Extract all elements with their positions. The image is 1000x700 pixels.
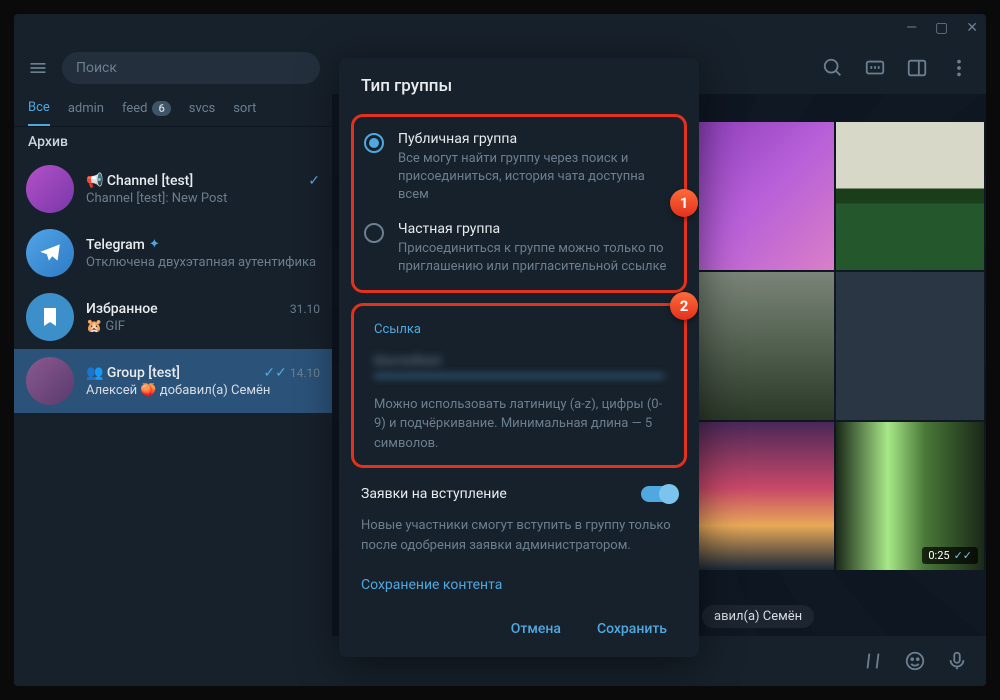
folder-label: sort xyxy=(233,101,256,116)
media-grid: 0:25 ✓✓ xyxy=(686,122,986,570)
command-icon[interactable] xyxy=(862,650,884,672)
radio-public-group[interactable]: Публичная группа Все могут найти группу … xyxy=(364,123,674,213)
search-icon[interactable] xyxy=(822,57,844,79)
link-section: Ссылка Можно использовать латиницу (a-z)… xyxy=(364,312,674,460)
maximize-button[interactable]: ▢ xyxy=(935,20,948,36)
radio-icon xyxy=(364,223,384,243)
dialog-footer: Отмена Сохранить xyxy=(339,601,699,657)
search-input[interactable]: Поиск xyxy=(62,52,320,84)
chat-item-saved[interactable]: Избранное 31.10 🐹 GIF xyxy=(14,285,332,349)
folder-sort[interactable]: sort xyxy=(233,100,256,126)
cancel-button[interactable]: Отмена xyxy=(497,613,575,645)
archive-label: Архив xyxy=(14,127,332,157)
folder-admin[interactable]: admin xyxy=(68,100,104,126)
chat-info: Избранное 31.10 🐹 GIF xyxy=(86,301,320,334)
radio-description: Присоединиться к группе можно только по … xyxy=(398,240,674,276)
system-message: авил(а) Семён xyxy=(702,605,814,628)
close-button[interactable]: ✕ xyxy=(966,20,978,36)
content-saving-section[interactable]: Сохранение контента xyxy=(339,569,699,601)
avatar xyxy=(26,293,74,341)
link-hint: Можно использовать латиницу (a-z), цифры… xyxy=(374,395,664,454)
folder-label: svcs xyxy=(189,101,215,116)
avatar xyxy=(26,229,74,277)
dialog-title: Тип группы xyxy=(339,58,699,110)
radio-text: Публичная группа Все могут найти группу … xyxy=(398,131,674,205)
folder-label: admin xyxy=(68,101,104,116)
mic-icon[interactable] xyxy=(946,650,968,672)
join-requests-toggle-row: Заявки на вступление xyxy=(339,472,699,512)
highlight-box-1: 1 Публичная группа Все могут найти групп… xyxy=(351,114,687,293)
media-tile[interactable] xyxy=(836,122,984,270)
read-icon: ✓✓ xyxy=(263,365,286,381)
chat-info: 📢 Channel [test] ✓ Channel [test]: New P… xyxy=(86,173,320,206)
radio-icon xyxy=(364,133,384,153)
highlight-box-2: 2 Ссылка Можно использовать латиницу (a-… xyxy=(351,303,687,469)
radio-private-group[interactable]: Частная группа Присоединиться к группе м… xyxy=(364,213,674,284)
chat-name: Избранное xyxy=(86,301,158,317)
chat-message: 🐹 GIF xyxy=(86,319,320,334)
chat-info: Telegram ✦ Отключена двухэтапная аутенти… xyxy=(86,237,320,270)
folder-tabs: Все admin feed 6 svcs sort xyxy=(14,94,332,127)
toggle-label: Заявки на вступление xyxy=(361,486,507,502)
media-tile[interactable] xyxy=(686,122,834,270)
toggle-description: Новые участники смогут вступить в группу… xyxy=(339,512,699,569)
chat-message: Алексей 🍑 добавил(а) Семён xyxy=(86,383,320,398)
chat-name: 📢 Channel [test] xyxy=(86,173,193,189)
chat-item-group[interactable]: 👥 Group [test] ✓✓ 14.10 Алексей 🍑 добави… xyxy=(14,349,332,413)
sidepanel-icon[interactable] xyxy=(906,57,928,79)
app-window: — ▢ ✕ Поиск Все admin feed 6 svcs sort Ар… xyxy=(14,14,986,686)
link-label: Ссылка xyxy=(374,322,664,337)
radio-label: Публичная группа xyxy=(398,131,674,147)
folder-label: feed xyxy=(122,101,148,116)
chat-date: ✓✓ 14.10 xyxy=(263,365,320,381)
check-icon: ✓ xyxy=(308,173,320,189)
menu-icon[interactable] xyxy=(26,56,50,80)
folder-svcs[interactable]: svcs xyxy=(189,100,215,126)
chat-info: 👥 Group [test] ✓✓ 14.10 Алексей 🍑 добави… xyxy=(86,365,320,398)
link-input[interactable] xyxy=(374,347,664,377)
join-requests-toggle[interactable] xyxy=(641,486,677,502)
avatar xyxy=(26,357,74,405)
media-tile[interactable] xyxy=(686,272,834,420)
chat-name: Telegram ✦ xyxy=(86,237,160,253)
media-tile[interactable]: 0:25 ✓✓ xyxy=(836,422,984,570)
media-duration: 0:25 ✓✓ xyxy=(922,547,978,564)
radio-description: Все могут найти группу через поиск и при… xyxy=(398,150,674,205)
sidebar-header: Поиск xyxy=(14,42,332,94)
folder-label: Все xyxy=(28,100,50,115)
media-tile[interactable] xyxy=(836,272,984,420)
folder-all[interactable]: Все xyxy=(28,100,50,126)
verified-icon: ✦ xyxy=(149,237,160,252)
minimize-button[interactable]: — xyxy=(906,20,917,36)
chat-icon[interactable] xyxy=(864,57,886,79)
avatar xyxy=(26,165,74,213)
dialog-body: 1 Публичная группа Все могут найти групп… xyxy=(339,110,699,601)
annotation-badge-2: 2 xyxy=(670,292,698,320)
more-icon[interactable] xyxy=(948,57,970,79)
folder-feed[interactable]: feed 6 xyxy=(122,100,171,126)
chat-item-channel[interactable]: 📢 Channel [test] ✓ Channel [test]: New P… xyxy=(14,157,332,221)
emoji-icon[interactable] xyxy=(904,650,926,672)
annotation-badge-1: 1 xyxy=(670,189,698,217)
chat-date: 31.10 xyxy=(290,302,320,316)
group-type-dialog: Тип группы 1 Публичная группа Все могут … xyxy=(339,58,699,657)
save-button[interactable]: Сохранить xyxy=(583,613,681,645)
radio-label: Частная группа xyxy=(398,221,674,237)
chat-item-telegram[interactable]: Telegram ✦ Отключена двухэтапная аутенти… xyxy=(14,221,332,285)
media-tile[interactable] xyxy=(686,422,834,570)
folder-badge: 6 xyxy=(152,101,170,116)
radio-text: Частная группа Присоединиться к группе м… xyxy=(398,221,674,276)
chat-message: Channel [test]: New Post xyxy=(86,191,320,206)
titlebar: — ▢ ✕ xyxy=(14,14,986,42)
chat-name: 👥 Group [test] xyxy=(86,365,180,381)
chat-list: 📢 Channel [test] ✓ Channel [test]: New P… xyxy=(14,157,332,686)
chat-message: Отключена двухэтапная аутентифика xyxy=(86,255,320,270)
sidebar: Поиск Все admin feed 6 svcs sort Архив 📢 … xyxy=(14,42,332,686)
